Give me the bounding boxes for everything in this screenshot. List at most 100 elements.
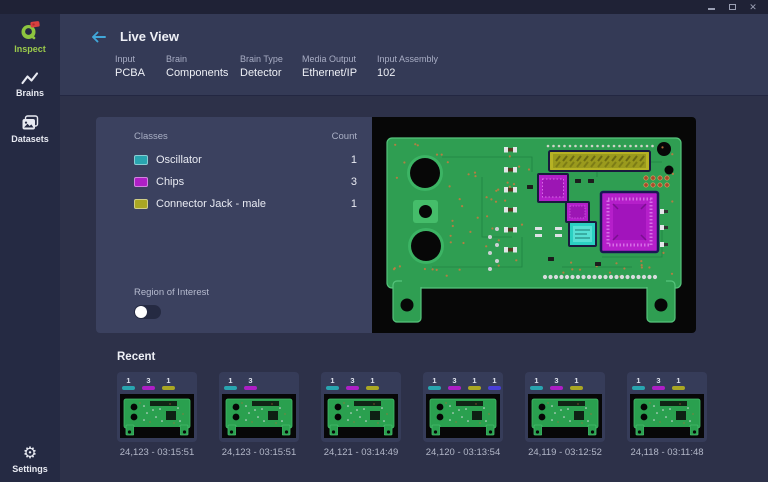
minimize-icon <box>708 8 715 10</box>
recent-item: 131 <box>321 372 401 458</box>
class-count-badge: 1 <box>570 376 583 391</box>
settings-gear-icon: ⚙ <box>23 446 37 462</box>
class-count-badge: 3 <box>652 376 665 391</box>
live-view-panel: Classes Count Oscillator 1 Chips 3 Conne… <box>96 117 696 333</box>
class-count-badge: 3 <box>448 376 461 391</box>
sidebar-item-brains[interactable]: Brains <box>16 70 44 98</box>
recent-timestamp: 24,119 - 03:12:52 <box>528 447 602 458</box>
class-count-badge: 1 <box>488 376 501 391</box>
brains-icon <box>20 70 40 86</box>
recent-timestamp: 24,118 - 03:11:48 <box>630 447 703 458</box>
class-count: 3 <box>351 176 357 188</box>
class-count: 1 <box>351 198 357 210</box>
recent-card[interactable]: 131 <box>627 372 707 442</box>
class-count-badge: 1 <box>224 376 237 391</box>
classes-rows: Oscillator 1 Chips 3 Connector Jack - ma… <box>134 149 357 215</box>
card-badges: 131 <box>632 376 707 391</box>
pcb-thumbnail-image <box>528 394 602 438</box>
recent-card[interactable]: 13 <box>219 372 299 442</box>
recent-item: 13 <box>219 372 299 458</box>
maximize-button[interactable] <box>727 2 737 12</box>
recent-item: 131 <box>525 372 605 458</box>
class-row: Oscillator 1 <box>134 149 357 171</box>
class-count-badge: 1 <box>632 376 645 391</box>
datasets-icon <box>20 114 40 132</box>
class-count-badge: 1 <box>428 376 441 391</box>
pcb-thumbnail-image <box>222 394 296 438</box>
class-count-badge: 1 <box>326 376 339 391</box>
field-input-assembly: Input Assembly 102 <box>377 54 438 79</box>
inspect-logo-icon <box>19 20 41 42</box>
class-color-swatch <box>134 199 148 209</box>
class-count-badge: 3 <box>244 376 257 391</box>
class-row: Chips 3 <box>134 171 357 193</box>
recent-title: Recent <box>117 351 717 363</box>
field-media-output: Media Output Ethernet/IP <box>302 54 377 79</box>
pcb-thumbnail-image <box>120 394 194 438</box>
recent-item: 1311 <box>423 372 503 458</box>
classes-panel: Classes Count Oscillator 1 Chips 3 Conne… <box>96 117 372 333</box>
classes-column-header: Classes <box>134 131 168 142</box>
sidebar-item-datasets[interactable]: Datasets <box>11 114 49 144</box>
count-column-header: Count <box>332 131 357 142</box>
sidebar: Inspect Brains Datasets ⚙ Settings <box>0 14 60 482</box>
detection-connector-jack <box>549 151 650 171</box>
minimize-button[interactable] <box>706 2 716 12</box>
recent-section: Recent 131 <box>117 351 717 458</box>
sidebar-item-label: Settings <box>12 464 48 474</box>
recent-card[interactable]: 131 <box>321 372 401 442</box>
class-count-badge: 3 <box>346 376 359 391</box>
back-button[interactable] <box>90 30 108 44</box>
class-count-badge: 3 <box>550 376 563 391</box>
recent-timestamp: 24,120 - 03:13:54 <box>426 447 500 458</box>
roi-label: Region of Interest <box>134 287 357 298</box>
class-row: Connector Jack - male 1 <box>134 193 357 215</box>
card-badges: 13 <box>224 376 299 391</box>
sidebar-item-settings[interactable]: ⚙ Settings <box>12 446 48 474</box>
page-header: Live View Input PCBA Brain Components Br… <box>60 14 768 96</box>
class-count-badge: 3 <box>142 376 155 391</box>
recent-timestamp: 24,123 - 03:15:51 <box>120 447 194 458</box>
live-image-container <box>372 117 696 333</box>
class-count-badge: 1 <box>366 376 379 391</box>
recent-timestamp: 24,121 - 03:14:49 <box>324 447 398 458</box>
recent-card[interactable]: 1311 <box>423 372 503 442</box>
titlebar: ✕ <box>0 0 768 14</box>
class-name: Chips <box>156 176 351 188</box>
class-count-badge: 1 <box>530 376 543 391</box>
class-color-swatch <box>134 155 148 165</box>
card-badges: 131 <box>326 376 401 391</box>
class-name: Oscillator <box>156 154 351 166</box>
roi-toggle[interactable] <box>134 305 161 319</box>
sidebar-item-label: Datasets <box>11 134 49 144</box>
card-badges: 1311 <box>428 376 503 391</box>
app-window: ✕ Inspect Brains <box>0 0 768 482</box>
class-count-badge: 1 <box>672 376 685 391</box>
pcb-thumbnail-image <box>426 394 500 438</box>
field-input: Input PCBA <box>115 54 166 79</box>
recent-item: 131 <box>117 372 197 458</box>
sidebar-item-inspect[interactable]: Inspect <box>14 20 46 54</box>
close-icon: ✕ <box>749 3 757 12</box>
class-count-badge: 1 <box>468 376 481 391</box>
close-button[interactable]: ✕ <box>748 2 758 12</box>
class-count-badge: 1 <box>122 376 135 391</box>
pcb-inspection-image <box>372 117 696 333</box>
card-badges: 131 <box>530 376 605 391</box>
class-color-swatch <box>134 177 148 187</box>
recent-card[interactable]: 131 <box>525 372 605 442</box>
detection-chip-1 <box>538 174 568 202</box>
pcb-thumbnail-image <box>324 394 398 438</box>
header-fields: Input PCBA Brain Components Brain Type D… <box>60 44 768 79</box>
maximize-icon <box>729 4 736 10</box>
recent-card[interactable]: 131 <box>117 372 197 442</box>
recent-item: 131 <box>627 372 707 458</box>
sidebar-item-label: Brains <box>16 88 44 98</box>
card-badges: 131 <box>122 376 197 391</box>
recent-timestamp: 24,123 - 03:15:51 <box>222 447 296 458</box>
roi-block: Region of Interest <box>134 287 357 319</box>
detection-chip-3 <box>601 192 658 252</box>
detection-chip-2 <box>566 202 589 222</box>
back-arrow-icon <box>90 30 107 44</box>
class-count: 1 <box>351 154 357 166</box>
